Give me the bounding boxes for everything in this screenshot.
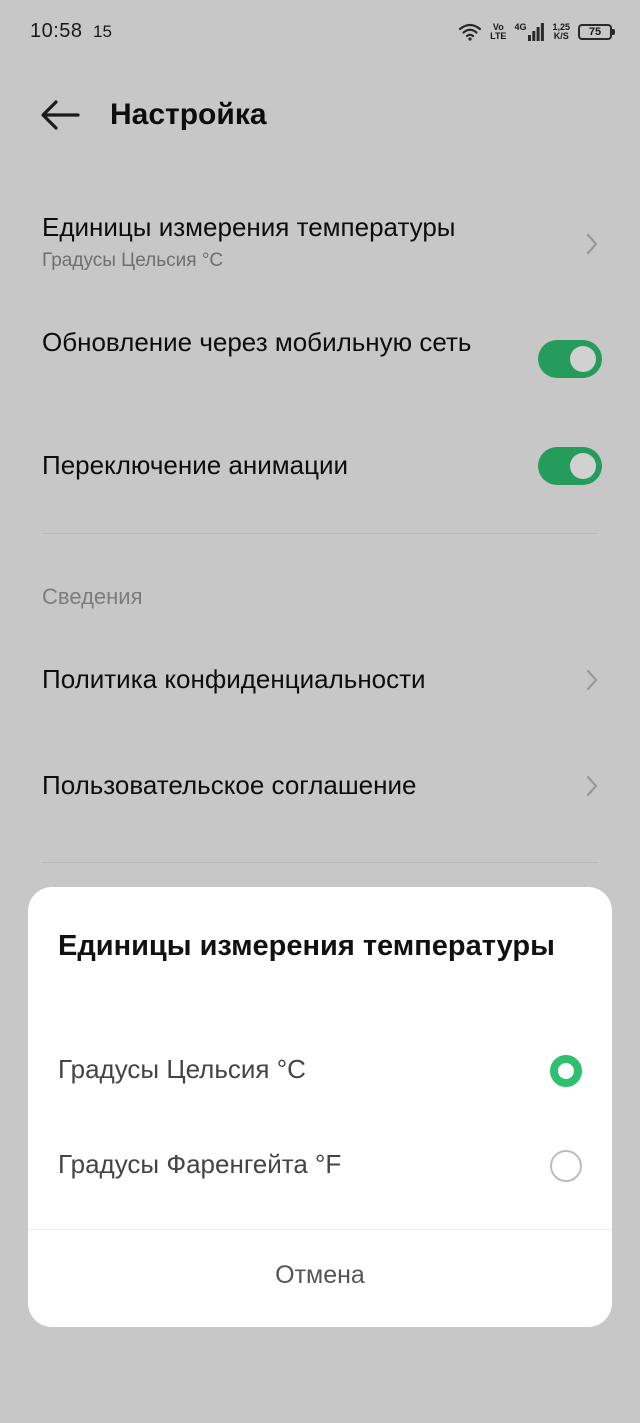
temperature-units-dialog: Единицы измерения температуры Градусы Це…	[28, 887, 612, 1327]
option-celsius[interactable]: Градусы Цельсия °C	[58, 1040, 582, 1100]
option-label: Градусы Фаренгейта °F	[58, 1149, 342, 1179]
option-label: Градусы Цельсия °C	[58, 1054, 306, 1084]
radio-selected[interactable]	[550, 1055, 582, 1087]
radio-unselected[interactable]	[550, 1150, 582, 1182]
dialog-title: Единицы измерения температуры	[58, 930, 555, 962]
cancel-button[interactable]: Отмена	[28, 1230, 612, 1327]
option-fahrenheit[interactable]: Градусы Фаренгейта °F	[58, 1135, 582, 1195]
